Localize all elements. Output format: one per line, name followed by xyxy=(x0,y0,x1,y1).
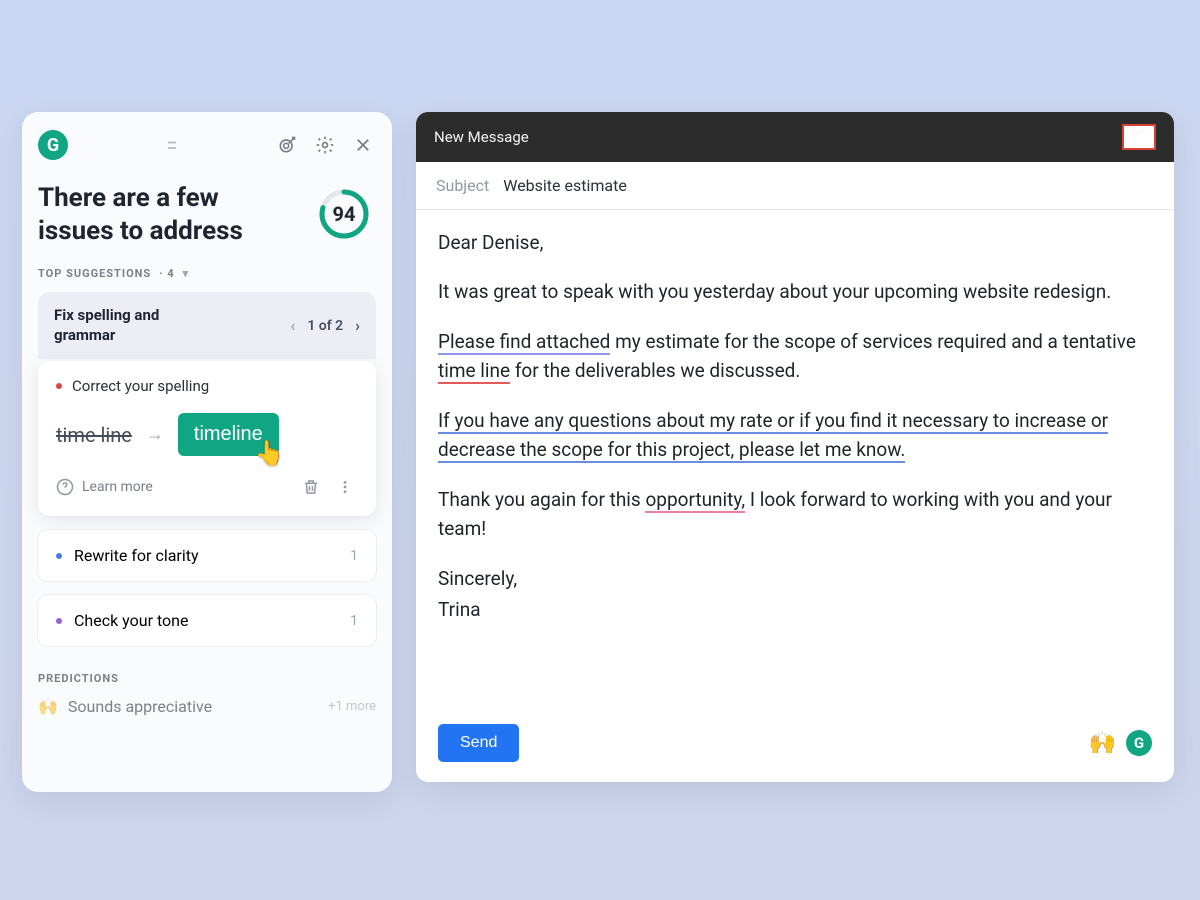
underline-tone: opportunity, xyxy=(645,488,745,513)
suggestions-heading[interactable]: TOP SUGGESTIONS · 4 ▾ xyxy=(38,267,376,280)
pager-prev-icon[interactable]: ‹ xyxy=(290,316,295,335)
card-label: Correct your spelling xyxy=(72,377,209,395)
prediction-emoji-icon: 🙌 xyxy=(38,697,58,716)
learn-more-link[interactable]: Learn more xyxy=(82,479,153,495)
group-title: Fix spelling and grammar xyxy=(54,306,214,345)
compose-title: New Message xyxy=(434,128,529,146)
suggestion-pager: ‹ 1 of 2 › xyxy=(290,316,360,335)
arrow-right-icon: → xyxy=(146,424,164,445)
pager-text: 1 of 2 xyxy=(307,318,343,334)
subject-row[interactable]: Subject Website estimate xyxy=(416,162,1174,210)
tone-emoji-icon[interactable]: 🙌 xyxy=(1089,731,1116,756)
prediction-row[interactable]: 🙌 Sounds appreciative +1 more xyxy=(38,697,376,716)
greeting: Dear Denise, xyxy=(438,228,1152,257)
delete-icon[interactable] xyxy=(298,474,324,500)
signature: Trina xyxy=(438,595,1152,624)
close-icon[interactable] xyxy=(350,132,376,158)
paragraph: Please find attached my estimate for the… xyxy=(438,327,1152,386)
severity-dot-icon xyxy=(56,383,62,389)
more-icon[interactable] xyxy=(332,474,358,500)
prediction-more: +1 more xyxy=(328,699,376,714)
pager-next-icon[interactable]: › xyxy=(355,316,360,335)
severity-dot-icon xyxy=(56,618,62,624)
drag-handle-icon[interactable]: :::: xyxy=(167,137,175,153)
compose-footer: Send 🙌 G xyxy=(416,708,1174,782)
card-label: Check your tone xyxy=(74,611,188,630)
underline-engagement: Please find attached xyxy=(438,330,610,355)
suggestion-card-tone[interactable]: Check your tone 1 xyxy=(38,595,376,646)
apply-replacement-button[interactable]: timeline 👆 xyxy=(178,413,279,456)
compose-window: New Message Subject Website estimate Dea… xyxy=(416,112,1174,782)
original-text: time line xyxy=(56,423,132,447)
underline-clarity: If you have any questions about my rate … xyxy=(438,409,1108,463)
grammarly-badge-icon[interactable]: G xyxy=(1126,730,1152,756)
gmail-icon xyxy=(1122,124,1156,150)
replacement-row: time line → timeline 👆 xyxy=(56,413,358,456)
help-icon[interactable] xyxy=(56,478,74,496)
suggestion-card-clarity[interactable]: Rewrite for clarity 1 xyxy=(38,530,376,581)
card-label: Rewrite for clarity xyxy=(74,546,199,565)
score-value: 94 xyxy=(318,188,370,240)
grammarly-logo: G xyxy=(38,130,68,160)
closing: Sincerely, xyxy=(438,564,1152,593)
card-footer: Learn more xyxy=(56,474,358,500)
paragraph: If you have any questions about my rate … xyxy=(438,406,1152,465)
subject-label: Subject xyxy=(436,176,489,195)
chevron-down-icon[interactable]: ▾ xyxy=(183,267,190,280)
paragraph: It was great to speak with you yesterday… xyxy=(438,277,1152,306)
suggestion-group-header: Fix spelling and grammar ‹ 1 of 2 › xyxy=(38,292,376,359)
compose-body[interactable]: Dear Denise, It was great to speak with … xyxy=(416,210,1174,708)
underline-spelling: time line xyxy=(438,359,510,384)
panel-toolbar: G :::: xyxy=(38,130,376,160)
severity-dot-icon xyxy=(56,553,62,559)
card-header: Correct your spelling xyxy=(56,377,358,395)
card-count: 1 xyxy=(350,548,358,564)
active-suggestion-card: Correct your spelling time line → timeli… xyxy=(38,361,376,516)
goals-icon[interactable] xyxy=(274,132,300,158)
send-button[interactable]: Send xyxy=(438,724,519,762)
subject-value: Website estimate xyxy=(503,176,627,195)
compose-titlebar[interactable]: New Message xyxy=(416,112,1174,162)
predictions-heading: PREDICTIONS xyxy=(38,672,376,685)
score-ring[interactable]: 94 xyxy=(318,188,370,240)
prediction-label: Sounds appreciative xyxy=(68,697,212,716)
grammarly-panel: G :::: There are a few issues to address… xyxy=(22,112,392,792)
card-count: 1 xyxy=(350,613,358,629)
paragraph: Thank you again for this opportunity, I … xyxy=(438,485,1152,544)
settings-icon[interactable] xyxy=(312,132,338,158)
